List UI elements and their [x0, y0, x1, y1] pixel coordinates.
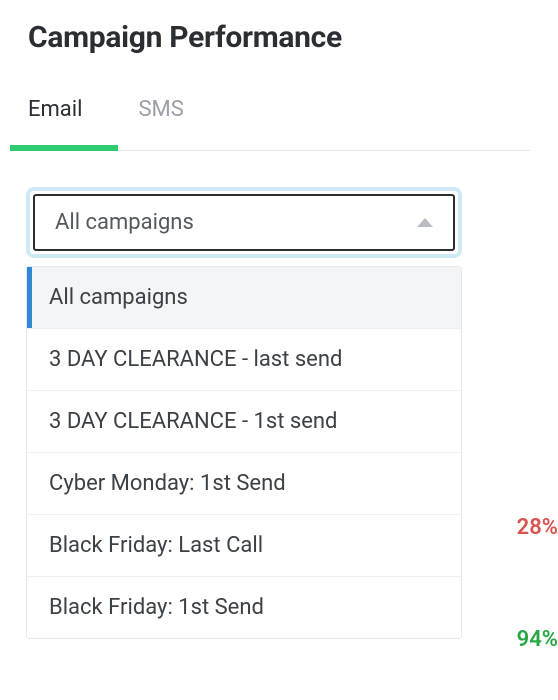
campaign-option[interactable]: Black Friday: 1st Send: [27, 577, 461, 638]
metric-value-red: 28%: [517, 515, 558, 540]
metric-value-green: 94%: [517, 627, 558, 652]
active-tab-indicator: [10, 145, 118, 151]
tab-email[interactable]: Email: [28, 97, 82, 150]
chevron-up-icon: [417, 218, 433, 227]
campaign-option[interactable]: Cyber Monday: 1st Send: [27, 453, 461, 515]
campaign-select-value: All campaigns: [55, 210, 194, 235]
tab-sms[interactable]: SMS: [138, 97, 183, 150]
campaign-option[interactable]: Black Friday: Last Call: [27, 515, 461, 577]
page-title: Campaign Performance: [28, 20, 530, 55]
campaign-select-menu: All campaigns 3 DAY CLEARANCE - last sen…: [26, 266, 462, 639]
campaign-select-trigger[interactable]: All campaigns: [33, 194, 455, 251]
tab-label: Email: [28, 97, 82, 122]
campaign-dropdown: All campaigns All campaigns 3 DAY CLEARA…: [26, 187, 462, 639]
dropdown-focus-ring: All campaigns: [26, 187, 462, 258]
campaign-option[interactable]: 3 DAY CLEARANCE - last send: [27, 329, 461, 391]
campaign-option[interactable]: 3 DAY CLEARANCE - 1st send: [27, 391, 461, 453]
campaign-option[interactable]: All campaigns: [27, 267, 461, 329]
tab-label: SMS: [138, 97, 183, 122]
channel-tabs: Email SMS: [28, 97, 530, 151]
